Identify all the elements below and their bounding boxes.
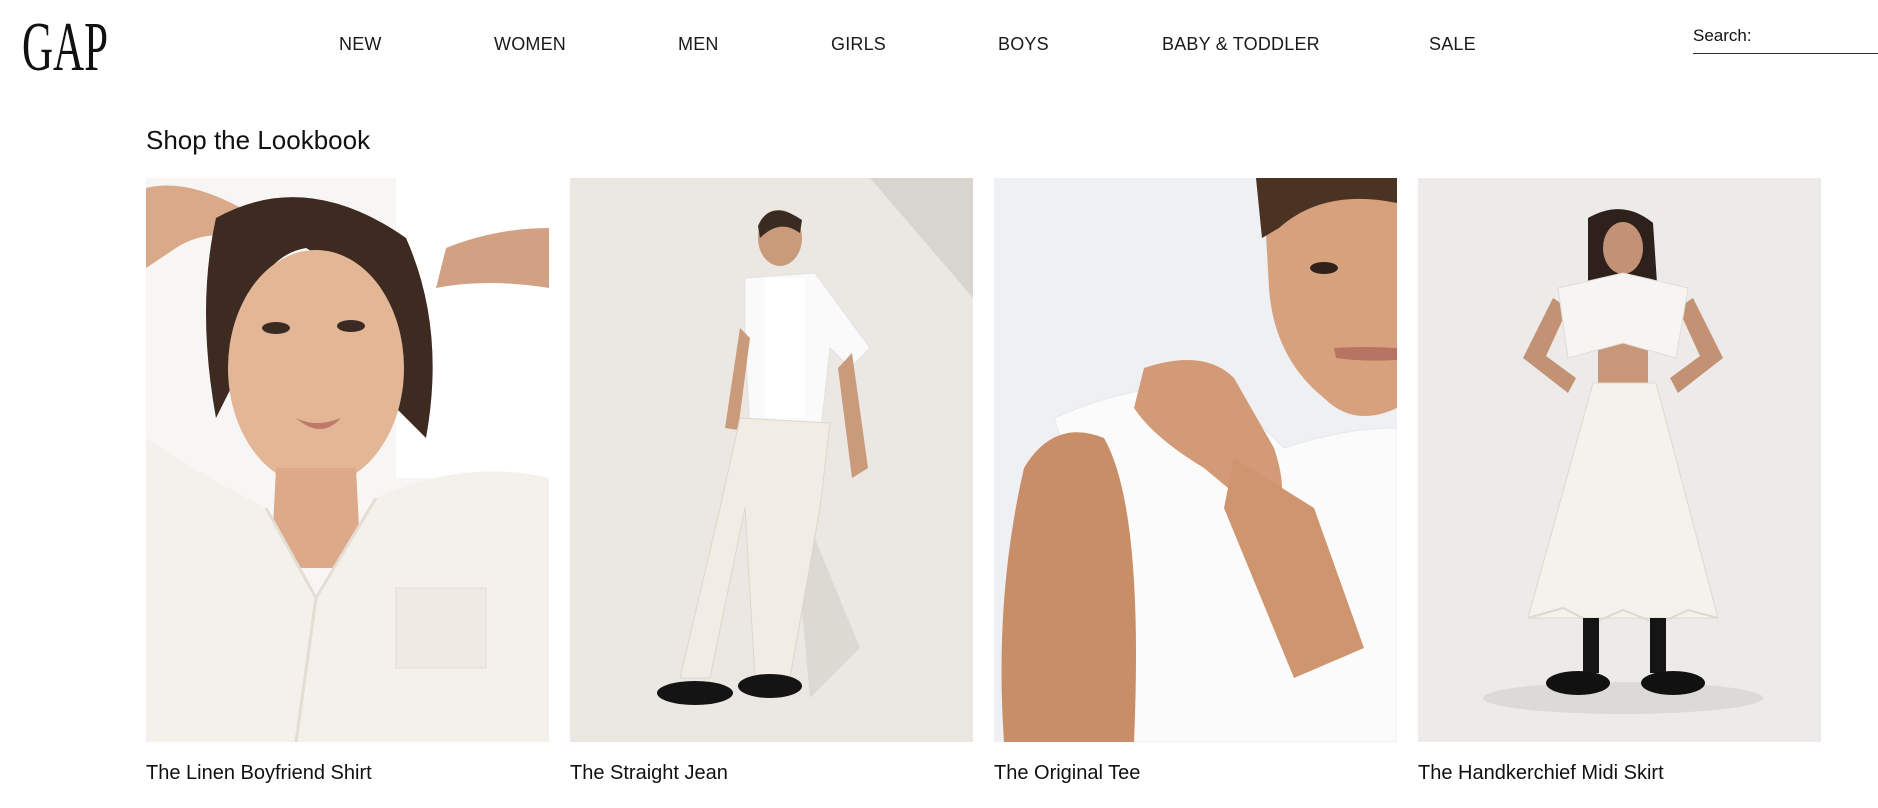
- nav-item-boys[interactable]: BOYS: [998, 34, 1049, 55]
- linen-shirt-photo[interactable]: [146, 178, 549, 742]
- card-caption[interactable]: The Linen Boyfriend Shirt: [146, 762, 549, 785]
- lookbook-card-linen-shirt[interactable]: The Linen Boyfriend Shirt: [146, 178, 549, 785]
- gap-logo[interactable]: GAP: [22, 8, 108, 86]
- card-caption[interactable]: The Straight Jean: [570, 762, 973, 785]
- nav-item-women[interactable]: WOMEN: [494, 34, 566, 55]
- site-header: GAP NEW WOMEN MEN GIRLS BOYS BABY & TODD…: [0, 0, 1878, 90]
- svg-text:GAP: GAP: [22, 9, 108, 78]
- lookbook-card-original-tee[interactable]: The Original Tee: [994, 178, 1397, 785]
- search-input[interactable]: [1761, 24, 1878, 52]
- nav-item-baby-toddler[interactable]: BABY & TODDLER: [1162, 34, 1320, 55]
- lookbook-title: Shop the Lookbook: [146, 125, 371, 155]
- original-tee-photo[interactable]: [994, 178, 1397, 742]
- nav-item-men[interactable]: MEN: [678, 34, 719, 55]
- lookbook-card-straight-jean[interactable]: The Straight Jean: [570, 178, 973, 785]
- lookbook-card-midi-skirt[interactable]: The Handkerchief Midi Skirt: [1418, 178, 1821, 785]
- search-label: Search:: [1693, 26, 1752, 45]
- nav-item-new[interactable]: NEW: [339, 34, 382, 55]
- midi-skirt-photo[interactable]: [1418, 178, 1821, 742]
- search-box: Search:: [1693, 24, 1878, 54]
- nav-item-girls[interactable]: GIRLS: [831, 34, 886, 55]
- card-caption[interactable]: The Original Tee: [994, 762, 1397, 785]
- nav-item-sale[interactable]: SALE: [1429, 34, 1476, 55]
- straight-jean-photo[interactable]: [570, 178, 973, 742]
- card-caption[interactable]: The Handkerchief Midi Skirt: [1418, 762, 1821, 785]
- gap-logo-mark: GAP: [22, 9, 108, 86]
